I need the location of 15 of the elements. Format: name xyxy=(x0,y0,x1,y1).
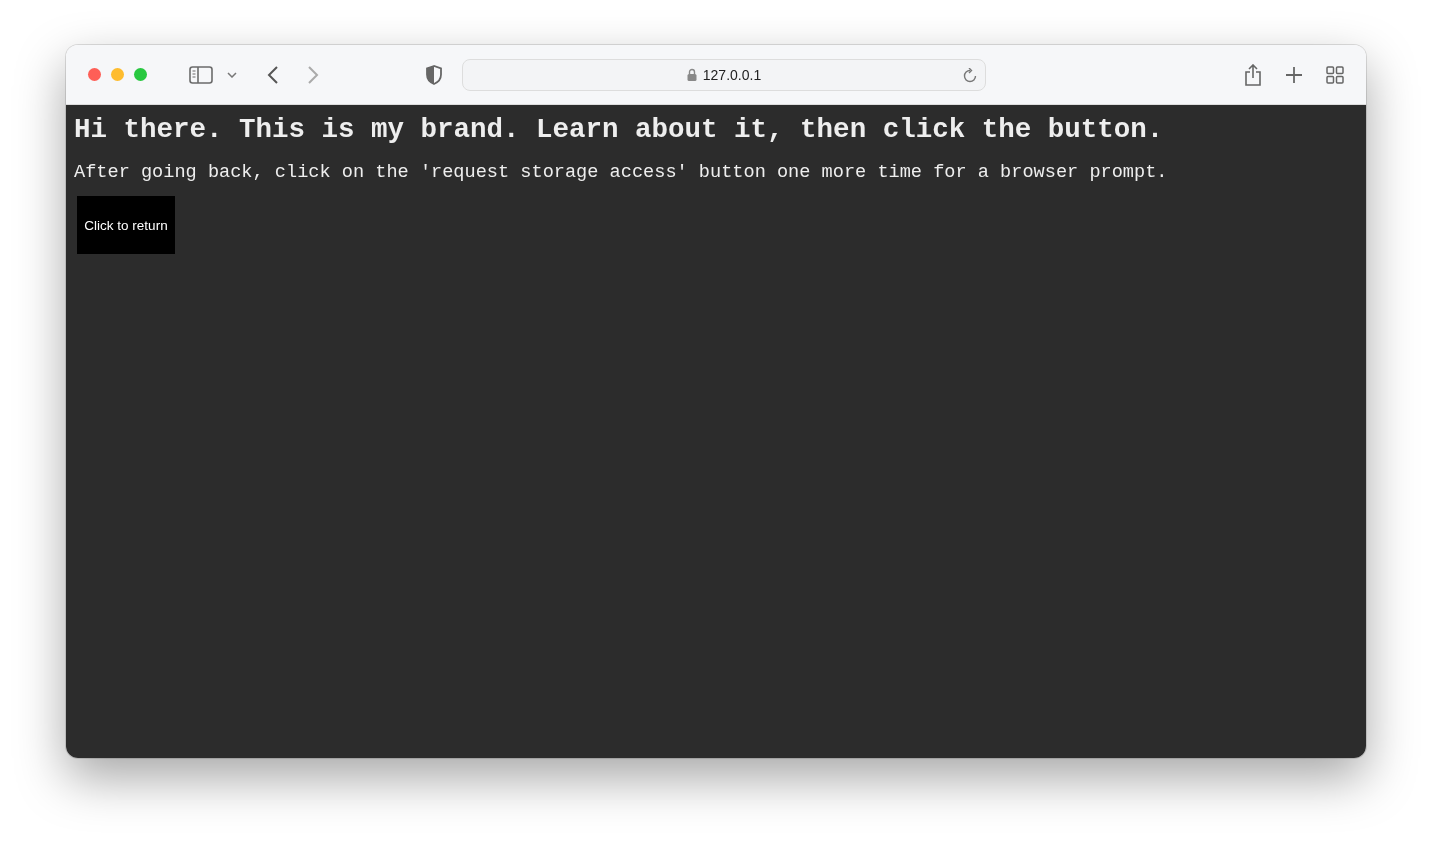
instruction-text: After going back, click on the 'request storage access' button one more time for a browser prompt. xyxy=(74,161,1169,185)
share-icon[interactable] xyxy=(1244,63,1262,86)
address-field[interactable]: 127.0.0.1 xyxy=(462,58,986,91)
return-button[interactable]: Click to return xyxy=(77,196,175,254)
close-button[interactable] xyxy=(88,68,101,81)
url-text: 127.0.0.1 xyxy=(702,66,762,83)
chevron-down-icon[interactable] xyxy=(227,71,237,78)
back-icon[interactable] xyxy=(267,65,279,84)
sidebar-icon[interactable] xyxy=(189,65,213,84)
tab-overview-icon[interactable] xyxy=(1326,65,1344,84)
page-heading: Hi there. This is my brand. Learn about it, then click the button. xyxy=(74,113,1165,147)
plus-icon[interactable] xyxy=(1286,66,1302,83)
lock-icon xyxy=(686,68,697,81)
shield-icon[interactable] xyxy=(425,64,443,85)
reload-icon[interactable] xyxy=(963,67,977,83)
